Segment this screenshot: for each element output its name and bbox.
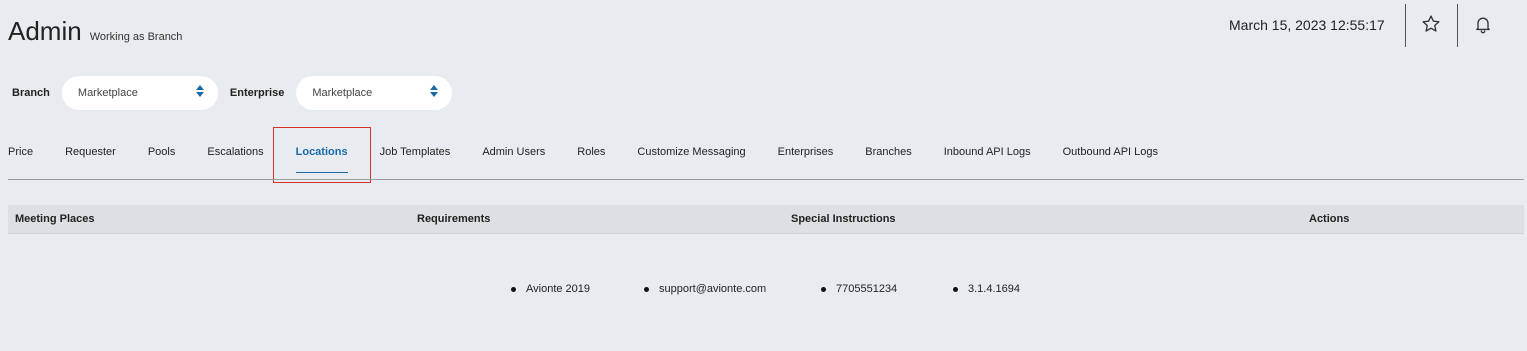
- branch-select[interactable]: Marketplace: [61, 75, 218, 110]
- tab-branches[interactable]: Branches: [865, 136, 911, 168]
- footer-support-email[interactable]: support@avionte.com: [644, 283, 766, 295]
- page-title: Admin: [8, 16, 82, 46]
- active-tab-highlight: [273, 127, 371, 183]
- bullet-icon: [821, 286, 826, 292]
- star-icon[interactable]: [1420, 13, 1442, 35]
- tab-roles[interactable]: Roles: [577, 136, 605, 168]
- page-header: Admin Working as Branch: [8, 16, 182, 47]
- footer-text: 3.1.4.1694: [968, 283, 1020, 295]
- footer-phone: 7705551234: [821, 283, 897, 295]
- branch-select-value: Marketplace: [77, 86, 138, 99]
- footer-copyright: Avionte 2019: [511, 283, 590, 295]
- tab-escalations[interactable]: Escalations: [207, 136, 263, 168]
- tab-outbound-api-logs[interactable]: Outbound API Logs: [1063, 136, 1158, 168]
- tab-admin-users[interactable]: Admin Users: [482, 136, 545, 168]
- footer-text: 7705551234: [836, 283, 898, 295]
- tab-job-templates[interactable]: Job Templates: [380, 136, 451, 168]
- column-header-special-instructions[interactable]: Special Instructions: [791, 213, 896, 225]
- bullet-icon: [511, 286, 516, 292]
- header-divider: [1457, 4, 1458, 47]
- enterprise-select[interactable]: Marketplace: [296, 75, 453, 110]
- bell-icon[interactable]: [1472, 13, 1494, 35]
- footer-text: Avionte 2019: [526, 283, 591, 295]
- tab-requester[interactable]: Requester: [65, 136, 116, 168]
- select-arrows-icon: [430, 84, 439, 97]
- tabs-divider: [8, 179, 1524, 180]
- enterprise-select-value: Marketplace: [312, 86, 373, 99]
- footer: Avionte 2019 support@avionte.com 7705551…: [0, 283, 1527, 297]
- bullet-icon: [953, 286, 958, 292]
- table-header: Meeting Places Requirements Special Inst…: [8, 205, 1524, 234]
- current-datetime: March 15, 2023 12:55:17: [1229, 17, 1385, 33]
- branch-label: Branch: [12, 86, 50, 99]
- footer-version: 3.1.4.1694: [953, 283, 1020, 295]
- select-arrows-icon: [195, 84, 204, 97]
- admin-tabs: Price Requester Pools Escalations Locati…: [8, 136, 1158, 173]
- tab-customize-messaging[interactable]: Customize Messaging: [637, 136, 745, 168]
- column-header-requirements[interactable]: Requirements: [417, 213, 490, 225]
- tab-inbound-api-logs[interactable]: Inbound API Logs: [944, 136, 1031, 168]
- page-subtitle: Working as Branch: [89, 31, 183, 43]
- filter-bar: Branch Marketplace Enterprise Marketplac…: [0, 75, 453, 110]
- footer-text[interactable]: support@avionte.com: [659, 283, 766, 295]
- enterprise-label: Enterprise: [229, 86, 285, 99]
- column-header-meeting-places[interactable]: Meeting Places: [15, 213, 94, 225]
- header-divider: [1405, 4, 1406, 47]
- column-header-actions: Actions: [1309, 213, 1350, 225]
- tab-pools[interactable]: Pools: [148, 136, 176, 168]
- tab-price[interactable]: Price: [8, 136, 33, 168]
- bullet-icon: [644, 286, 649, 292]
- tab-enterprises[interactable]: Enterprises: [778, 136, 834, 168]
